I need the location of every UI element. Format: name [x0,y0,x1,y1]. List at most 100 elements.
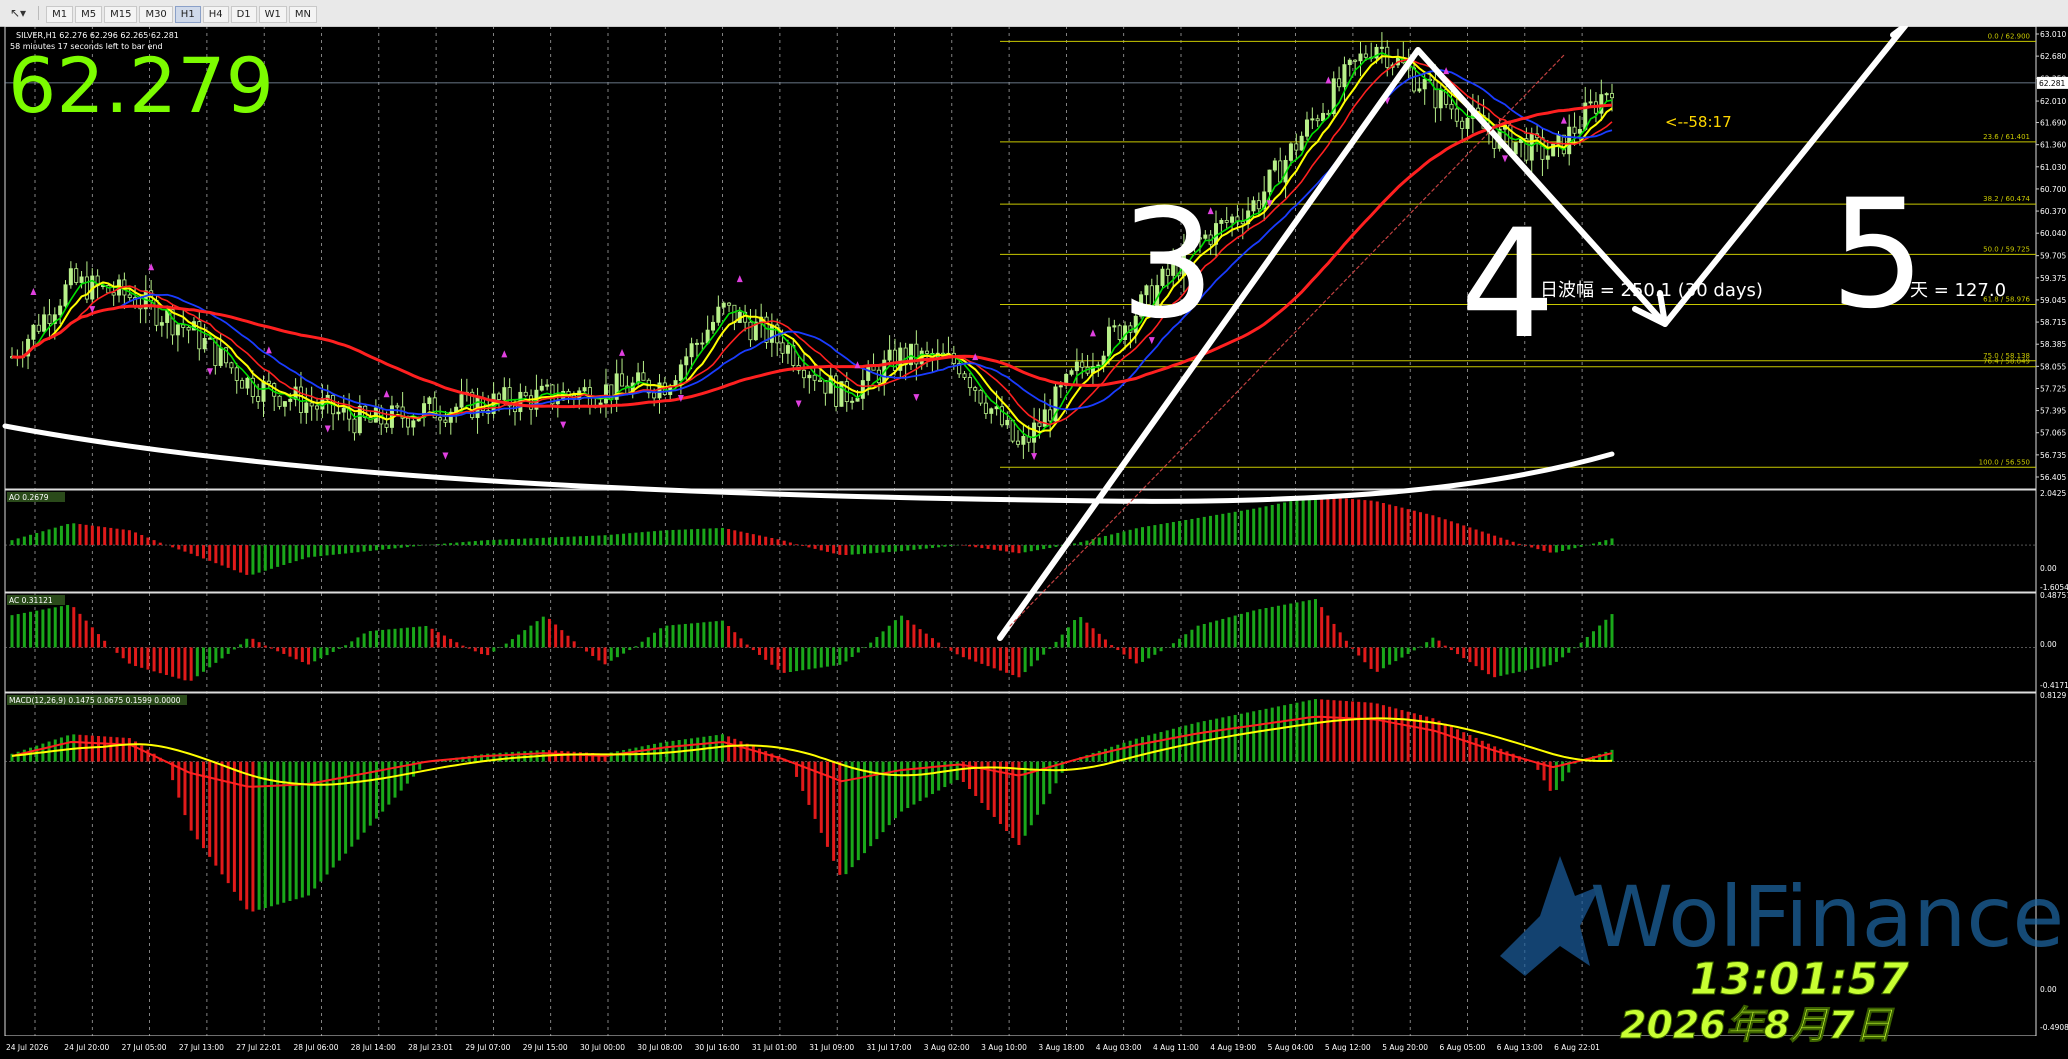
candle-body [1449,103,1454,110]
top-arrowhead [1890,26,1908,38]
fractal-arrow-icon [324,425,331,433]
price-tick-label: 59.705 [2040,252,2066,261]
price-tick-label: 59.045 [2040,296,2066,305]
time-axis-label: 30 Jul 00:00 [580,1043,625,1052]
candle-body [812,374,817,381]
candle-body [256,396,261,402]
candle-body [652,392,657,399]
candle-body [785,345,790,354]
fibonacci-levels: 0.0 / 62.900 23.6 / 61.401 38.2 / 60.474 50… [5,32,2036,468]
time-axis-label: 29 Jul 15:00 [523,1043,568,1052]
candle-body [384,423,389,428]
time-axis-label: 31 Jul 09:00 [809,1043,854,1052]
candle-body [202,338,207,350]
candle-body [1106,326,1111,357]
timeframe-button-h4[interactable]: H4 [202,6,229,23]
fractal-arrow-icon [30,288,37,296]
candle-body [732,304,737,323]
candle-body [502,387,507,400]
time-axis-label: 6 Aug 13:00 [1497,1043,1543,1052]
fib-label: 100.0 / 56.550 [1979,458,2030,466]
timeframe-button-d1[interactable]: D1 [230,6,257,23]
candle-body [807,374,812,379]
candle-body [1058,385,1063,388]
candle-body [405,417,410,428]
time-axis-label: 4 Aug 03:00 [1096,1043,1142,1052]
candle-body [395,405,400,408]
candle-body [438,417,443,421]
candle-body [860,380,865,399]
candle-body [1610,93,1615,99]
candle-body [1337,78,1342,88]
candle-body [823,380,828,394]
candle-body [218,347,223,366]
price-tick-label: 60.040 [2040,229,2066,238]
candle-body [1299,135,1304,151]
candle-body [1048,409,1053,422]
candle-body [207,337,212,340]
candle-body [240,380,245,389]
price-tick-label: 59.375 [2040,274,2066,283]
candle-body [1588,101,1593,104]
candle-body [74,268,79,283]
price-tick-label: 61.360 [2040,141,2066,150]
candle-body [748,321,753,341]
candle-body [1438,89,1443,109]
candle-body [1032,422,1037,443]
time-axis-label: 27 Jul 05:00 [122,1043,167,1052]
time-axis-label: 28 Jul 23:01 [408,1043,453,1052]
fractal-arrow-icon [795,400,802,408]
time-axis-label: 30 Jul 08:00 [637,1043,682,1052]
fib-label: 0.0 / 62.900 [1988,32,2030,40]
candle-body [1433,79,1438,109]
candle-body [1016,440,1021,445]
candle-body [769,324,774,343]
candle-body [282,401,287,407]
candle-body [352,418,357,434]
ac-tick: -0.41711 [2040,681,2068,690]
candle-body [1604,93,1609,96]
candle-body [620,373,625,387]
timeframe-button-m15[interactable]: M15 [104,6,138,23]
candle-body [47,314,52,324]
candle-body [1010,419,1015,442]
timeframe-button-m30[interactable]: M30 [139,6,173,23]
timeframe-button-h1[interactable]: H1 [174,6,201,23]
time-axis-label: 5 Aug 12:00 [1325,1043,1371,1052]
candle-body [175,324,180,336]
fractal-arrow-icon [619,348,626,356]
timeframe-button-w1[interactable]: W1 [258,6,287,23]
fractal-arrow-icon [442,452,449,460]
time-axis-label: 4 Aug 11:00 [1153,1043,1199,1052]
timeframe-button-mn[interactable]: MN [288,6,317,23]
candle-body [127,294,132,298]
candle-body [694,342,699,345]
price-tick-label: 57.725 [2040,384,2066,393]
candle-body [700,342,705,345]
fib-label: 50.0 / 59.725 [1983,245,2030,253]
wave-3-label: 3 [1120,178,1215,352]
candle-body [678,364,683,381]
candle-body [304,402,309,413]
watermark-text: WolFinance [1590,868,2064,966]
time-stamp: 13:01:57 2026年8月7日 [1620,954,1910,1048]
candle-body [1080,361,1085,368]
candle-body [159,322,164,326]
stamp-time: 13:01:57 [1690,954,1909,1005]
symbol-line: SILVER,H1 62.276 62.296 62.265 62.281 [16,31,179,40]
candle-body [989,408,994,414]
price-chart[interactable]: 0.0 / 62.90023.6 / 61.40138.2 / 60.47450… [0,26,2068,1059]
candle-body [1021,436,1026,445]
cursor-arrow-icon[interactable]: ↖▾ [0,6,40,20]
candle-body [983,402,988,414]
candle-body [277,395,282,407]
timeframe-button-m1[interactable]: M1 [46,6,74,23]
candle-body [341,407,346,413]
daily-range-text: 日波幅 = 250.1 (30 days) [1540,280,1763,301]
candle-body [582,387,587,392]
timeframe-button-m5[interactable]: M5 [75,6,103,23]
time-axis-label: 24 Jul 2026 [6,1043,49,1052]
candle-body [1310,118,1315,121]
candle-body [309,402,314,407]
candle-body [716,306,721,323]
